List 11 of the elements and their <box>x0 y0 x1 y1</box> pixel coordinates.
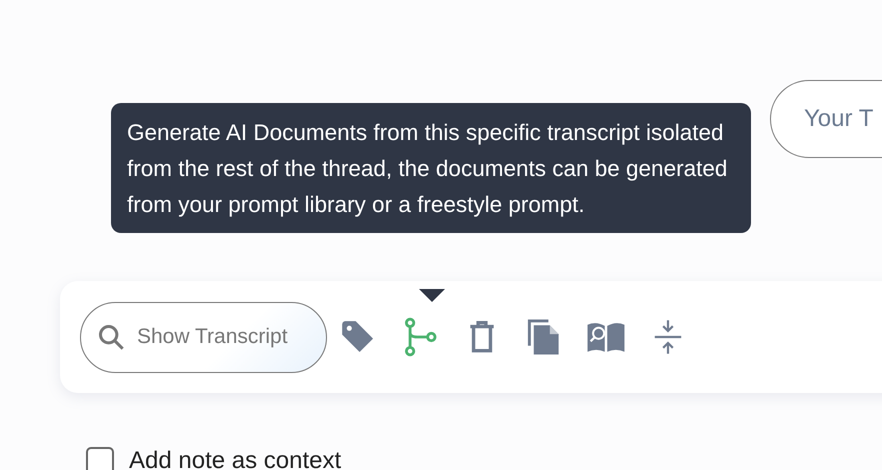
tooltip-arrow <box>419 289 445 302</box>
search-icon <box>97 323 125 351</box>
book-search-icon <box>586 321 626 353</box>
tooltip: Generate AI Documents from this specific transcript isolated from the rest of the thread, the documents can be generated from your prompt library or a freestyle prompt. <box>111 103 751 233</box>
collapse-icon <box>653 319 683 355</box>
checkbox[interactable] <box>86 447 114 470</box>
transcript-button[interactable]: Your T <box>770 80 882 158</box>
trash-icon <box>469 320 495 354</box>
show-transcript-button[interactable]: Show Transcript <box>80 302 327 372</box>
branch-icon <box>403 317 437 357</box>
checkbox-label: Add note as context <box>129 447 342 470</box>
